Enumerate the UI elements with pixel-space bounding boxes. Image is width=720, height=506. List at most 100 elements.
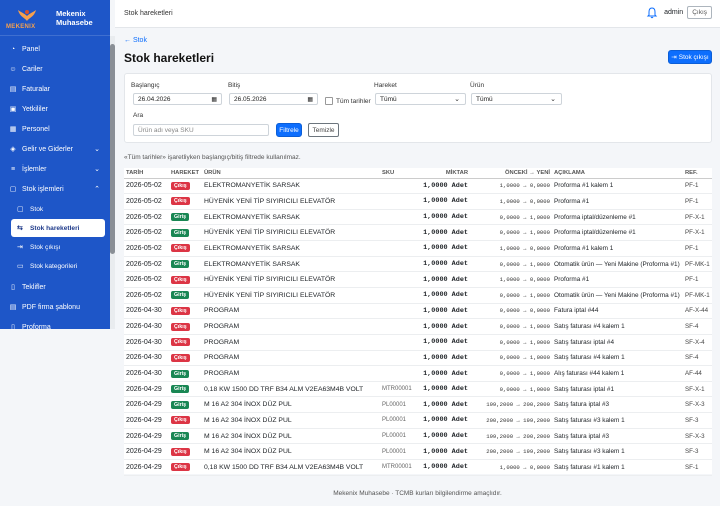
- chevron-down-icon: ⌄: [94, 166, 100, 173]
- cell-quantity: 1,0000 Adet: [418, 365, 474, 382]
- sidebar-subitem-stok-kategorileri[interactable]: ▭ Stok kategorileri: [11, 257, 105, 275]
- cell-description: Satış faturası #4 kalem 1: [552, 318, 683, 335]
- cell-movement: Çıkış: [169, 443, 202, 461]
- col-description[interactable]: AÇIKLAMA: [552, 168, 683, 179]
- stock-out-button[interactable]: ⇥ Stok çıkışı: [668, 50, 712, 64]
- cell-description: Proforma #1: [552, 271, 683, 288]
- cell-movement: Giriş: [169, 287, 202, 304]
- sidebar-item-panel[interactable]: ◔ Panel: [0, 39, 110, 59]
- col-prev-new[interactable]: ÖNCEKİ → YENİ: [474, 168, 552, 179]
- sidebar-item-teklifler[interactable]: ▯ Teklifler: [0, 277, 110, 297]
- logout-button[interactable]: Çıkış: [687, 6, 712, 19]
- cell-ref: PF-MK-1: [683, 287, 712, 304]
- sidebar-subitem-stok-hareketleri[interactable]: ⇆ Stok hareketleri: [11, 219, 105, 237]
- brand-name: Mekenix Muhasebe: [56, 9, 93, 27]
- filter-button[interactable]: Filtrele: [276, 123, 302, 137]
- table-row: 2026-05-02 Giriş HÜYENİK YENİ TİP SIYIRICI…: [124, 224, 712, 242]
- cell-quantity: 1,0000 Adet: [418, 396, 474, 414]
- table-row: 2026-05-02 Giriş HÜYENİK YENİ TİP SIYIRICI…: [124, 287, 712, 304]
- cell-movement: Giriş: [169, 224, 202, 242]
- col-product[interactable]: ÜRÜN: [202, 168, 380, 179]
- cell-quantity: 1,0000 Adet: [418, 287, 474, 304]
- document-icon: ▯: [11, 284, 15, 291]
- cell-product: PROGRAM: [202, 350, 380, 367]
- sidebar-item-stok-islemleri[interactable]: ▢ Stok işlemleri ⌃: [0, 179, 110, 199]
- sidebar-item-pdf-sablonu[interactable]: ▤ PDF firma şablonu: [0, 297, 110, 317]
- cell-movement: Giriş: [169, 209, 202, 226]
- cell-product: 0,18 KW 1500 DD TRF B34 ALM V2EA63M4B VO…: [202, 459, 380, 476]
- sidebar-subitem-stok-cikisi[interactable]: ⇥ Stok çıkışı: [11, 238, 105, 256]
- calendar-icon[interactable]: ▦: [307, 96, 313, 103]
- cell-ref: SF-X-4: [683, 334, 712, 351]
- sidebar-item-personel[interactable]: ▦ Personel: [0, 119, 110, 139]
- cell-movement: Giriş: [169, 365, 202, 382]
- cell-date: 2026-04-29: [124, 443, 169, 461]
- table-row: 2026-05-02 Çıkış ELEKTROMANYETİK SARSAK 1,0…: [124, 178, 712, 195]
- col-date[interactable]: TARİH: [124, 168, 169, 179]
- cell-sku: [380, 209, 418, 226]
- sidebar-item-label: Stok kategorileri: [30, 262, 78, 270]
- cell-movement: Çıkış: [169, 318, 202, 335]
- all-dates-label: Tüm tarihler: [336, 98, 371, 105]
- calendar-icon[interactable]: ▦: [211, 96, 217, 103]
- cell-prev-new: 1,0000 → 0,0000: [474, 178, 552, 195]
- sidebar-item-proforma[interactable]: ▯ Proforma: [0, 317, 110, 337]
- cell-product: PROGRAM: [202, 318, 380, 335]
- cell-movement: Çıkış: [169, 271, 202, 288]
- table-row: 2026-05-02 Giriş ELEKTROMANYETİK SARSAK 1,0…: [124, 256, 712, 273]
- movement-badge: Çıkış: [171, 181, 190, 190]
- col-sku[interactable]: SKU: [380, 168, 418, 179]
- clear-button[interactable]: Temizle: [308, 123, 339, 137]
- cell-sku: [380, 256, 418, 273]
- col-movement[interactable]: HAREKET: [169, 168, 202, 179]
- all-dates-checkbox[interactable]: [325, 97, 333, 105]
- cell-description: Fatura iptal #44: [552, 303, 683, 320]
- search-input[interactable]: Ürün adı veya SKU: [133, 124, 269, 136]
- cell-prev-new: 0,0000 → 1,0000: [474, 381, 552, 398]
- cell-prev-new: 200,2000 → 199,2000: [474, 412, 552, 429]
- cell-description: Satış fatura iptal #3: [552, 428, 683, 445]
- brand[interactable]: MEKENIX Mekenix Muhasebe: [0, 0, 110, 36]
- cell-date: 2026-05-02: [124, 224, 169, 242]
- sidebar-subitem-stok[interactable]: ▢ Stok: [11, 200, 105, 218]
- cell-sku: [380, 271, 418, 288]
- cell-quantity: 1,0000 Adet: [418, 350, 474, 367]
- movement-badge: Çıkış: [171, 338, 190, 347]
- cell-prev-new: 0,0000 → 1,0000: [474, 256, 552, 273]
- movement-select[interactable]: Tümü ⌄: [375, 93, 466, 105]
- sidebar-item-yetkililer[interactable]: ▣ Yetkililer: [0, 99, 110, 119]
- main-content: ← Stok Stok hareketleri ⇥ Stok çıkışı Ba…: [115, 28, 720, 480]
- cell-movement: Çıkış: [169, 240, 202, 257]
- movement-badge: Giriş: [171, 228, 190, 237]
- bell-icon[interactable]: [646, 6, 658, 19]
- filter-note: «Tüm tarihler» işaretliyken başlangıç/bi…: [124, 154, 301, 161]
- cell-movement: Giriş: [169, 428, 202, 445]
- movement-badge: Giriş: [171, 432, 190, 441]
- col-quantity[interactable]: MİKTAR: [418, 168, 474, 179]
- stock-out-button-label: Stok çıkışı: [678, 53, 709, 61]
- sidebar-item-islemler[interactable]: ≡ İşlemler ⌄: [0, 159, 110, 179]
- table-body: 2026-05-02 Çıkış ELEKTROMANYETİK SARSAK 1,0…: [124, 178, 712, 476]
- page-title: Stok hareketleri: [124, 51, 215, 65]
- sidebar-item-faturalar[interactable]: ▤ Faturalar: [0, 79, 110, 99]
- cell-description: Proforma iptal/düzenleme #1: [552, 224, 683, 242]
- table-row: 2026-05-02 Çıkış ELEKTROMANYETİK SARSAK 1,0…: [124, 240, 712, 257]
- product-select[interactable]: Tümü ⌄: [471, 93, 562, 105]
- col-ref[interactable]: REF.: [683, 168, 712, 179]
- end-date-input[interactable]: 26.05.2026 ▦: [229, 93, 318, 105]
- cell-quantity: 1,0000 Adet: [418, 224, 474, 242]
- stok-submenu: ▢ Stok ⇆ Stok hareketleri ⇥ Stok çıkışı ▭ St…: [0, 200, 110, 275]
- cell-ref: SF-4: [683, 318, 712, 335]
- start-date-input[interactable]: 26.04.2026 ▦: [133, 93, 222, 105]
- cell-movement: Giriş: [169, 256, 202, 273]
- sidebar-item-cariler[interactable]: ☺ Cariler: [0, 59, 110, 79]
- movement-badge: Çıkış: [171, 416, 190, 425]
- back-link[interactable]: ← Stok: [124, 37, 147, 44]
- cell-prev-new: 199,2000 → 200,2000: [474, 396, 552, 414]
- cell-product: ELEKTROMANYETİK SARSAK: [202, 240, 380, 257]
- chevron-down-icon: ⌄: [550, 96, 556, 103]
- cell-ref: AF-44: [683, 365, 712, 382]
- sidebar-item-gelir-giderler[interactable]: ◈ Gelir ve Giderler ⌄: [0, 139, 110, 159]
- chevron-down-icon: ⌄: [454, 96, 460, 103]
- cell-ref: SF-4: [683, 350, 712, 367]
